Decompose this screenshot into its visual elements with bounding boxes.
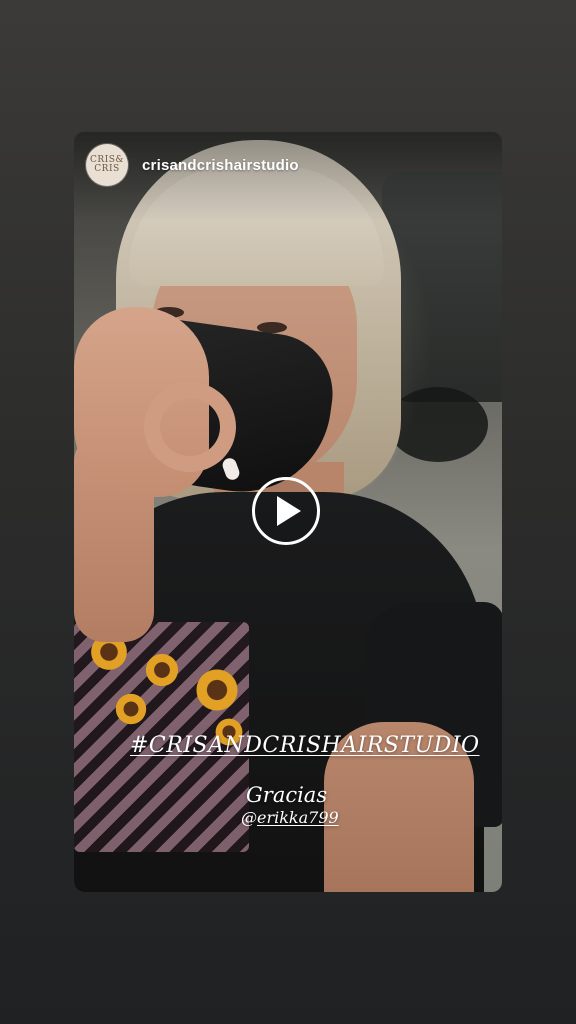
username-link[interactable]: crisandcrishairstudio bbox=[142, 157, 299, 174]
play-icon bbox=[277, 496, 301, 526]
mention-link[interactable]: @erikka799 bbox=[241, 808, 339, 827]
mention-handle[interactable]: erikka799 bbox=[257, 808, 339, 827]
hashtag-link[interactable]: #CRISANDCRISHAIRSTUDIO bbox=[130, 733, 480, 758]
profile-avatar[interactable]: CRIS& CRIS bbox=[86, 144, 128, 186]
mention-at: @ bbox=[241, 808, 257, 827]
play-button[interactable] bbox=[252, 477, 320, 545]
sunflower-print bbox=[114, 692, 148, 726]
story-header[interactable]: CRIS& CRIS crisandcrishairstudio bbox=[86, 144, 299, 186]
sunflower-print bbox=[194, 667, 240, 713]
ok-gesture-ring bbox=[144, 382, 236, 472]
story-card[interactable]: CRIS& CRIS crisandcrishairstudio #CRISAN… bbox=[74, 132, 502, 892]
salon-chair-base bbox=[388, 387, 488, 462]
avatar-logo-text: CRIS& CRIS bbox=[90, 155, 124, 174]
sunflower-print bbox=[144, 652, 180, 688]
thanks-caption: Gracias bbox=[246, 783, 328, 807]
